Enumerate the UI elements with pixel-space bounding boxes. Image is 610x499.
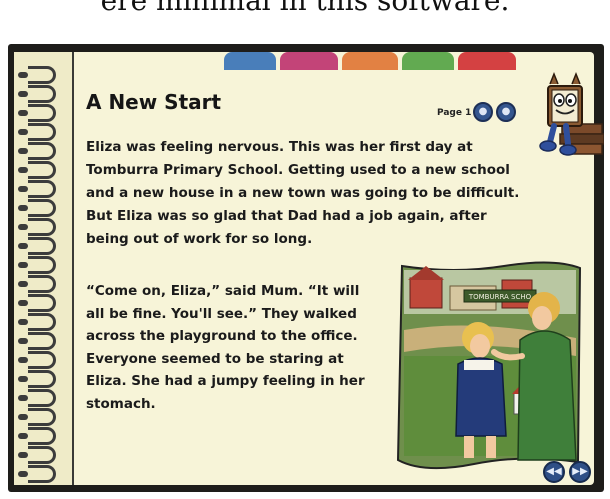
section-tab[interactable]: [224, 52, 276, 70]
spiral-ring: [18, 332, 56, 350]
spiral-ring: [18, 465, 56, 483]
spiral-ring: [18, 313, 56, 331]
prev-page-icon: ●: [478, 106, 488, 117]
forward-icon: ▶▶: [572, 466, 588, 477]
prev-page-button[interactable]: ●: [473, 102, 493, 122]
spiral-ring: [18, 142, 56, 160]
story-paragraph-2: “Come on, Eliza,” said Mum. “It will all…: [86, 283, 365, 412]
story-title: A New Start: [86, 90, 222, 114]
spiral-ring: [18, 161, 56, 179]
spiral-ring: [18, 66, 56, 84]
section-tabs: [224, 52, 554, 72]
spiral-ring: [18, 351, 56, 369]
rewind-icon: ◀◀: [546, 466, 562, 477]
notebook-spine: [14, 52, 74, 485]
spiral-ring: [18, 104, 56, 122]
section-tab[interactable]: [342, 52, 398, 70]
story-illustration: TOMBURRA SCHO: [396, 261, 582, 470]
section-tab[interactable]: [402, 52, 454, 70]
rewind-button[interactable]: ◀◀: [543, 461, 565, 483]
spiral-ring: [18, 237, 56, 255]
next-page-icon: ●: [501, 106, 511, 117]
school-sign: TOMBURRA SCHO: [468, 293, 532, 301]
spiral-ring: [18, 389, 56, 407]
forward-button[interactable]: ▶▶: [569, 461, 591, 483]
notebook-page: A New Start Page 1 ● ● Eliza was feeling…: [14, 52, 604, 485]
story-paragraph-1: Eliza was feeling nervous. This was her …: [86, 139, 520, 247]
spiral-ring: [18, 446, 56, 464]
spiral-ring: [18, 256, 56, 274]
spiral-ring: [18, 294, 56, 312]
spiral-ring: [18, 199, 56, 217]
next-page-button[interactable]: ●: [496, 102, 516, 122]
section-tab[interactable]: [280, 52, 338, 70]
spiral-ring: [18, 427, 56, 445]
section-tab[interactable]: [458, 52, 516, 70]
spiral-ring: [18, 370, 56, 388]
spiral-ring: [18, 275, 56, 293]
spiral-ring: [18, 218, 56, 236]
page-number: Page 1: [437, 108, 472, 118]
spiral-ring: [18, 85, 56, 103]
spiral-ring: [18, 180, 56, 198]
app-window: A New Start Page 1 ● ● Eliza was feeling…: [8, 44, 604, 492]
spiral-ring: [18, 123, 56, 141]
top-caption: ere minimal in this software.: [100, 0, 510, 17]
spiral-ring: [18, 408, 56, 426]
book-character-icon[interactable]: [534, 62, 604, 160]
